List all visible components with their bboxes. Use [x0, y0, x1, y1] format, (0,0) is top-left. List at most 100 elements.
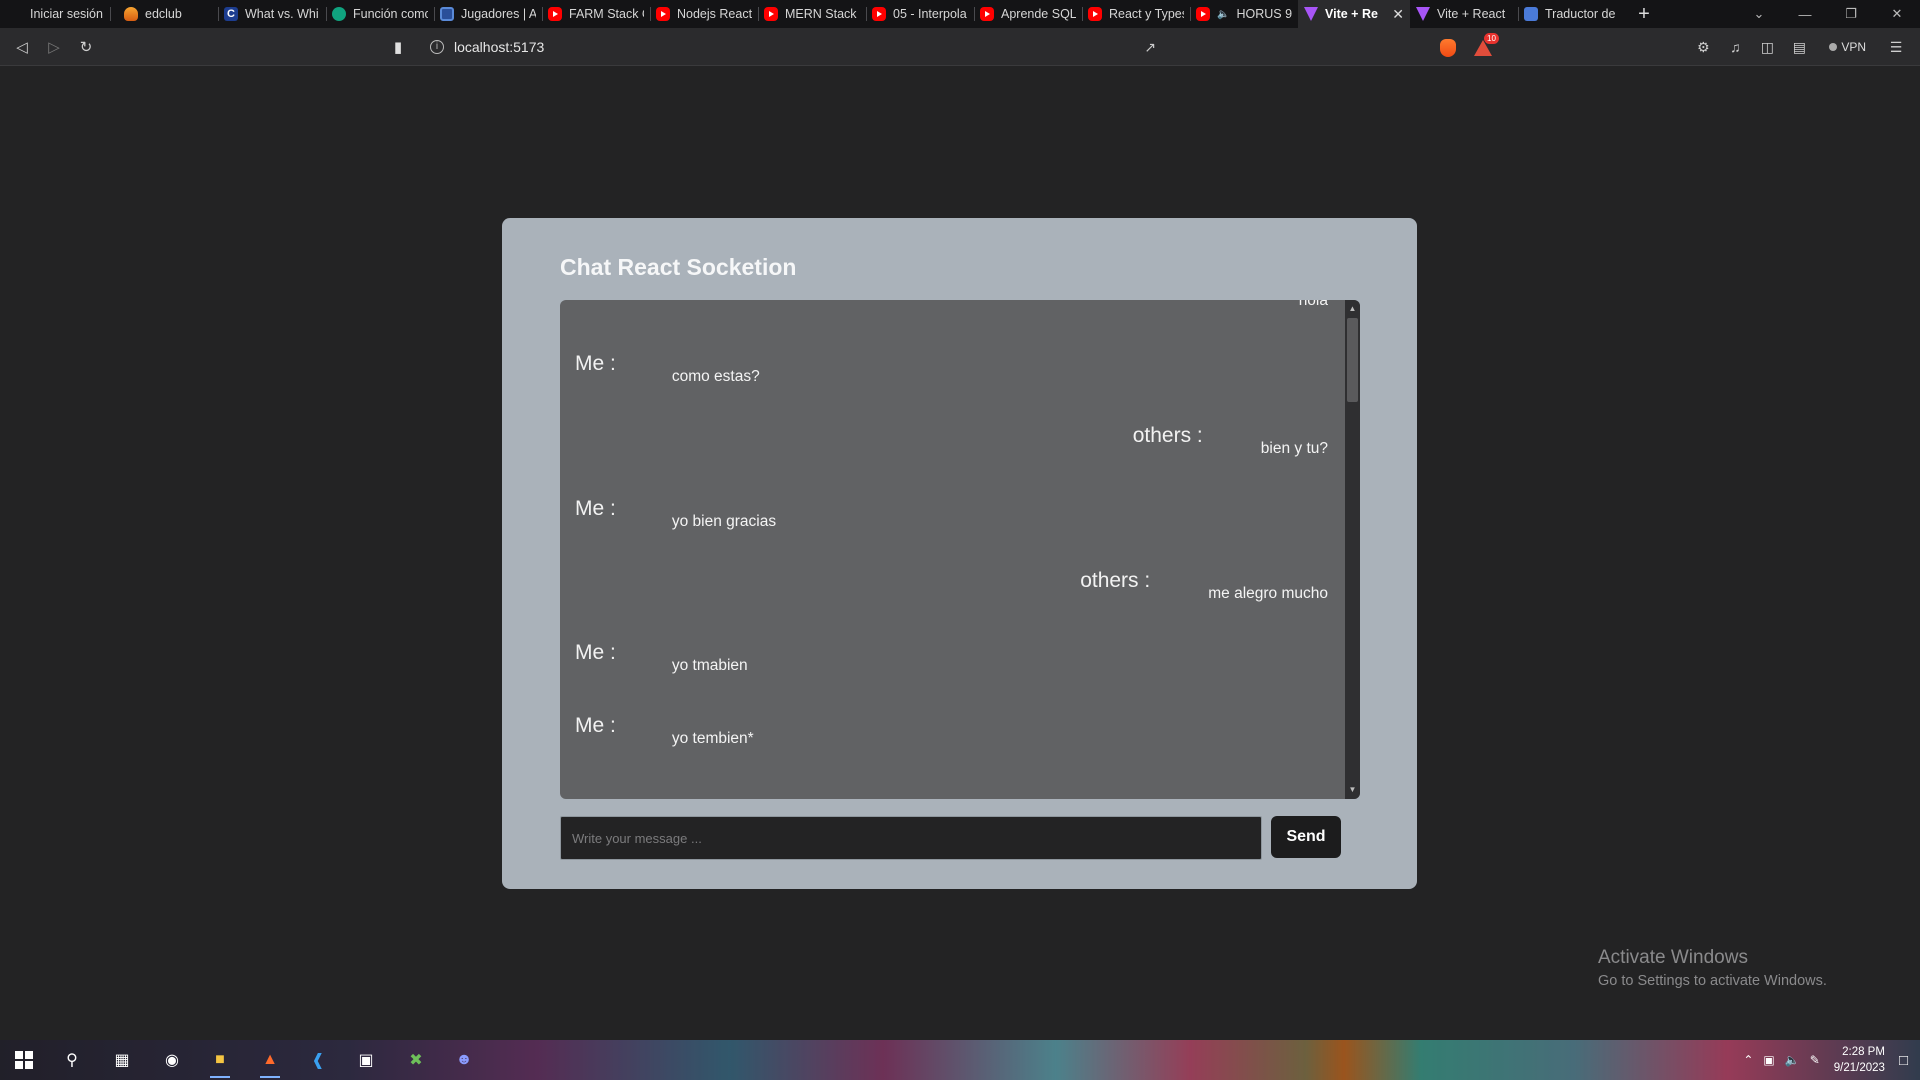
c-favicon-icon: C [224, 7, 238, 21]
browser-toolbar: ◁ ▷ ↻ ▮ i localhost:5173 ↗ 10 ⚙ ♫ ◫ ▤ VP… [0, 28, 1920, 66]
page-title: Chat React Socketion [560, 254, 797, 280]
url-text[interactable]: localhost:5173 [454, 39, 544, 55]
scrollbar-thumb[interactable] [1347, 318, 1358, 402]
youtube-favicon-icon [1088, 7, 1102, 21]
brave-taskbar-icon[interactable]: ▲ [258, 1048, 282, 1078]
close-window-icon[interactable]: ✕ [1874, 0, 1920, 28]
chat-card: Chat React Socketion hola Me : como esta… [502, 218, 1417, 889]
tab-what-vs-which[interactable]: C What vs. Whi [218, 0, 326, 28]
message-item: Me : yo tmabien [575, 641, 748, 675]
vite-favicon-icon [1304, 7, 1318, 21]
rewards-badge: 10 [1484, 33, 1499, 44]
chevron-down-icon[interactable]: ⌄ [1736, 0, 1782, 28]
network-icon[interactable]: ▣ [1763, 1053, 1774, 1067]
message-sender: Me : [575, 352, 616, 375]
tab-label: React y Types [1109, 7, 1184, 21]
tab-vite-react[interactable]: Vite + React [1410, 0, 1518, 28]
message-sender: others : [1080, 569, 1151, 592]
wallet-icon[interactable]: ▤ [1783, 28, 1815, 66]
task-view-icon[interactable]: ▦ [110, 1048, 134, 1072]
window-controls: ⌄ — ❐ ✕ [1736, 0, 1920, 28]
forward-button[interactable]: ▷ [38, 33, 70, 61]
tab-label: FARM Stack C [569, 7, 644, 21]
new-tab-button[interactable]: + [1626, 0, 1662, 28]
tab-funcion-como[interactable]: Función como [326, 0, 434, 28]
tab-traductor[interactable]: Traductor de [1518, 0, 1626, 28]
address-bar[interactable]: i localhost:5173 ↗ [420, 32, 1424, 62]
tab-label: MERN Stack c [785, 7, 860, 21]
minimize-icon[interactable]: — [1782, 0, 1828, 28]
reload-icon: ↻ [79, 38, 93, 56]
tab-react-typescript[interactable]: React y Types [1082, 0, 1190, 28]
message-item: Me : yo bien gracias [575, 497, 776, 531]
tab-edclub[interactable]: edclub [110, 0, 218, 28]
taskbar-clock[interactable]: 2:28 PM 9/21/2023 [1834, 1044, 1885, 1076]
site-info-icon[interactable]: i [430, 40, 444, 54]
close-icon[interactable]: ✕ [1392, 6, 1404, 23]
tab-jugadores[interactable]: Jugadores | A [434, 0, 542, 28]
message-text: yo tembien* [671, 730, 754, 747]
message-text-partial: hola [1298, 300, 1328, 309]
message-sender: Me : [575, 714, 616, 737]
chevron-up-icon[interactable]: ⌃ [1743, 1053, 1753, 1067]
tab-interpolacion[interactable]: 05 - Interpola [866, 0, 974, 28]
bookmark-button[interactable]: ▮ [388, 33, 408, 61]
scroll-up-icon[interactable]: ▲ [1345, 302, 1360, 316]
tab-vite-react-active[interactable]: Vite + Re ✕ [1298, 0, 1410, 28]
share-icon[interactable]: ↗ [1144, 39, 1156, 56]
message-input[interactable] [560, 816, 1262, 860]
message-text: como estas? [671, 368, 760, 385]
message-list-scrollbar[interactable]: ▲ ▼ [1345, 300, 1360, 799]
taskbar-wallpaper [0, 1040, 1920, 1080]
tab-horus[interactable]: 🔈 HORUS 9 [1190, 0, 1298, 28]
xbox-icon[interactable]: ✖ [404, 1048, 428, 1072]
tab-label: Jugadores | A [461, 7, 536, 21]
media-icon[interactable]: ♫ [1719, 28, 1751, 66]
clock-date: 9/21/2023 [1833, 1062, 1885, 1074]
youtube-favicon-icon [980, 7, 994, 21]
clock-time: 2:28 PM [1842, 1046, 1885, 1058]
notification-icon[interactable]: □ [1899, 1052, 1908, 1069]
restore-icon[interactable]: ❐ [1828, 0, 1874, 28]
tab-nodejs-react[interactable]: Nodejs React [650, 0, 758, 28]
sidebar-icon[interactable]: ◫ [1751, 28, 1783, 66]
message-text: yo tmabien [671, 657, 748, 674]
back-button[interactable]: ◁ [6, 33, 38, 61]
youtube-favicon-icon [872, 7, 886, 21]
tab-iniciar-sesion[interactable]: Iniciar sesión [0, 0, 110, 28]
tab-label: Vite + React [1437, 7, 1506, 21]
vite-favicon-icon [1416, 7, 1430, 21]
discord-icon[interactable]: ☻ [452, 1048, 476, 1072]
tab-label: What vs. Whi [245, 7, 319, 21]
tab-farm-stack[interactable]: FARM Stack C [542, 0, 650, 28]
search-icon[interactable]: ⚲ [60, 1048, 84, 1072]
message-list[interactable]: hola Me : como estas? others : bien y tu… [560, 300, 1360, 799]
message-sender: others : [1132, 424, 1203, 447]
menu-icon[interactable]: ☰ [1880, 28, 1912, 66]
message-item: Me : como estas? [575, 352, 760, 386]
send-button[interactable]: Send [1271, 816, 1341, 858]
obs-icon[interactable]: ◉ [160, 1048, 184, 1072]
message-sender: Me : [575, 641, 616, 664]
system-tray: ⌃ ▣ 🔈 ✎ 2:28 PM 9/21/2023 □ [1743, 1040, 1920, 1080]
brave-shields-icon[interactable] [1440, 39, 1456, 57]
tab-mern-stack[interactable]: MERN Stack c [758, 0, 866, 28]
vscode-icon[interactable]: ❰ [306, 1048, 330, 1072]
volume-icon[interactable]: 🔈 [1785, 1053, 1800, 1067]
message-text: bien y tu? [1260, 440, 1328, 457]
tab-label: Vite + Re [1325, 7, 1378, 21]
tab-label: HORUS 9 [1236, 7, 1292, 21]
terminal-icon[interactable]: ▣ [354, 1048, 378, 1072]
extensions-icon[interactable]: ⚙ [1687, 28, 1719, 66]
message-item: Me : yo tembien* [575, 714, 754, 748]
tab-aprende-sql[interactable]: Aprende SQL [974, 0, 1082, 28]
pen-icon[interactable]: ✎ [1810, 1053, 1820, 1067]
vpn-status-icon [1829, 43, 1838, 51]
vpn-button[interactable]: VPN [1819, 36, 1876, 58]
message-text: yo bien gracias [671, 513, 777, 530]
file-explorer-icon[interactable]: ■ [208, 1048, 232, 1078]
scroll-down-icon[interactable]: ▼ [1345, 783, 1360, 797]
speaker-icon[interactable]: 🔈 [1217, 9, 1229, 20]
reload-button[interactable]: ↻ [70, 33, 102, 61]
start-button[interactable] [12, 1048, 36, 1072]
